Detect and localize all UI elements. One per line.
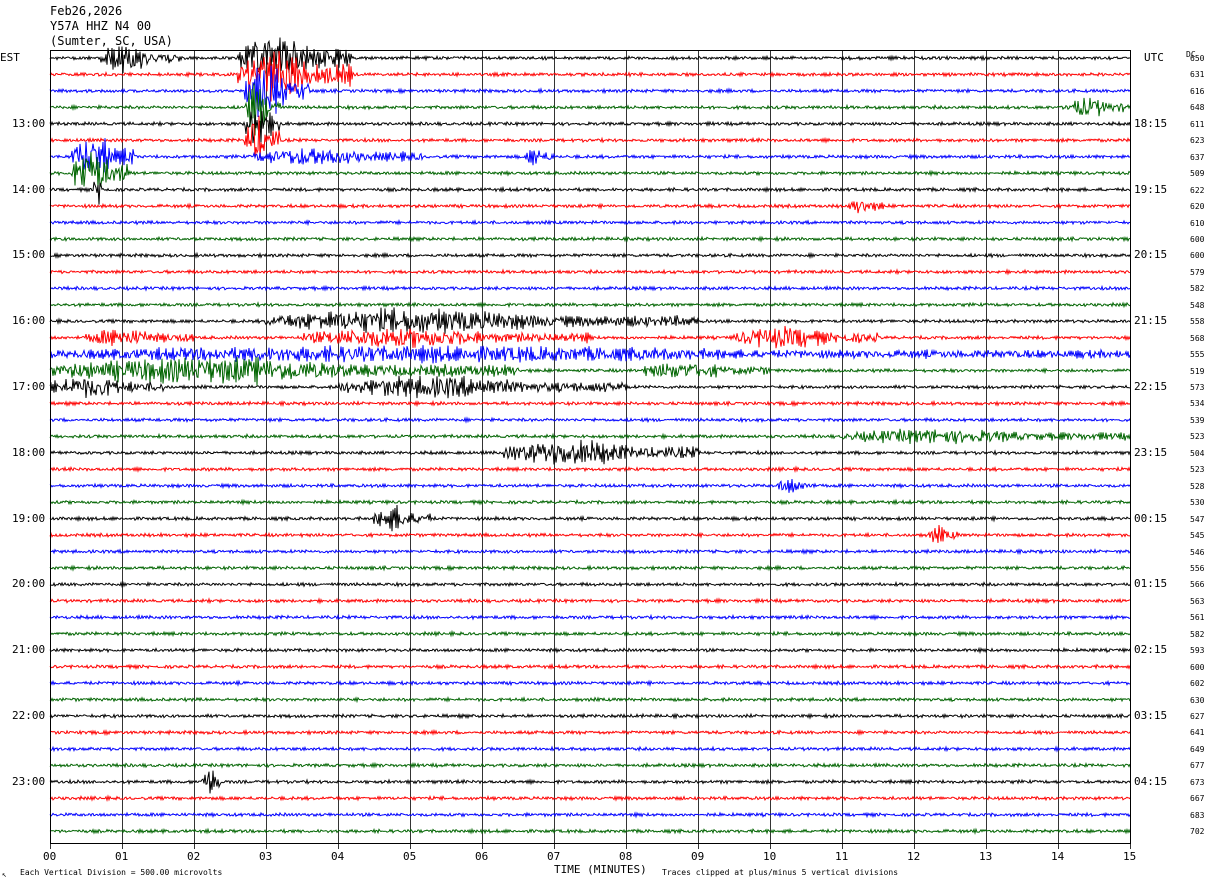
- trace-row-21: [49, 399, 1131, 408]
- trace-row-13: [49, 268, 1131, 276]
- trace-row-41: [49, 728, 1131, 737]
- trace-row-26: [49, 479, 1131, 493]
- trace-row-15: [49, 301, 1131, 309]
- trace-row-32: [49, 580, 1131, 589]
- trace-row-10: [49, 219, 1131, 227]
- plot-frame: [50, 50, 1131, 844]
- trace-row-45: [49, 794, 1131, 802]
- trace-row-25: [49, 465, 1131, 473]
- trace-row-42: [49, 745, 1131, 753]
- trace-row-23: [49, 428, 1131, 445]
- trace-row-6: [49, 138, 1131, 173]
- trace-row-33: [49, 597, 1131, 605]
- trace-row-14: [49, 284, 1131, 292]
- trace-row-5: [49, 115, 1131, 158]
- trace-row-37: [49, 663, 1131, 671]
- trace-row-9: [49, 200, 1131, 214]
- trace-row-38: [49, 679, 1131, 688]
- trace-row-30: [49, 547, 1131, 556]
- trace-row-11: [49, 235, 1131, 243]
- seismic-traces: [49, 37, 1131, 836]
- footer-scale: Each Vertical Division = 500.00 microvol…: [20, 868, 223, 877]
- trace-row-24: [49, 439, 1131, 465]
- trace-row-35: [49, 629, 1131, 638]
- trace-row-22: [49, 416, 1131, 424]
- trace-row-20: [49, 375, 1131, 399]
- grid-lines: [50, 50, 1131, 849]
- trace-row-36: [49, 646, 1131, 655]
- trace-row-40: [49, 712, 1131, 720]
- trace-row-34: [49, 613, 1131, 621]
- trace-row-17: [49, 325, 1131, 349]
- footer-clip: Traces clipped at plus/minus 5 vertical …: [662, 868, 899, 877]
- trace-row-4: [49, 110, 1131, 144]
- trace-row-31: [49, 564, 1131, 572]
- trace-row-46: [49, 811, 1131, 819]
- helicorder-plot: [49, 37, 1131, 849]
- trace-row-43: [49, 761, 1131, 769]
- trace-row-44: [49, 770, 1131, 794]
- trace-row-12: [49, 251, 1131, 260]
- trace-row-18: [49, 345, 1131, 364]
- trace-row-29: [49, 524, 1131, 543]
- trace-row-47: [49, 827, 1131, 836]
- footer-marker: ↖: [2, 870, 7, 879]
- trace-row-27: [49, 498, 1131, 507]
- trace-row-16: [49, 307, 1131, 334]
- trace-row-8: [49, 181, 1131, 205]
- x-axis-label: TIME (MINUTES): [554, 863, 647, 876]
- trace-row-39: [49, 695, 1131, 704]
- trace-row-19: [49, 357, 1131, 386]
- trace-row-0: [49, 37, 1131, 74]
- trace-row-28: [49, 504, 1131, 532]
